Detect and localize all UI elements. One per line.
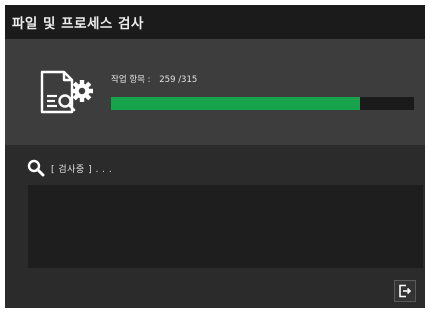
exit-icon (399, 284, 412, 298)
window-title: 파일 및 프로세스 검사 (12, 16, 144, 32)
scan-window: 파일 및 프로세스 검사 작업 항목 : 259 /315 [검사중] . … (5, 5, 425, 308)
scan-log-area (28, 185, 423, 268)
progress-bar-fill (111, 97, 361, 110)
scan-status-text: [ 검사중 ] . . . (51, 164, 113, 175)
progress-bar (111, 97, 414, 110)
progress-label: 작업 항목 : (111, 75, 151, 85)
title-bar: 파일 및 프로세스 검사 (5, 5, 425, 39)
progress-count: 259 /315 (159, 75, 198, 85)
progress-label-row: 작업 항목 : 259 /315 (111, 73, 197, 85)
search-icon (27, 159, 45, 177)
progress-panel: 작업 항목 : 259 /315 (5, 39, 425, 145)
file-gear-scan-icon (40, 70, 93, 114)
status-row: [ 검사중 ] . . . (27, 159, 112, 177)
exit-button[interactable] (394, 280, 416, 302)
